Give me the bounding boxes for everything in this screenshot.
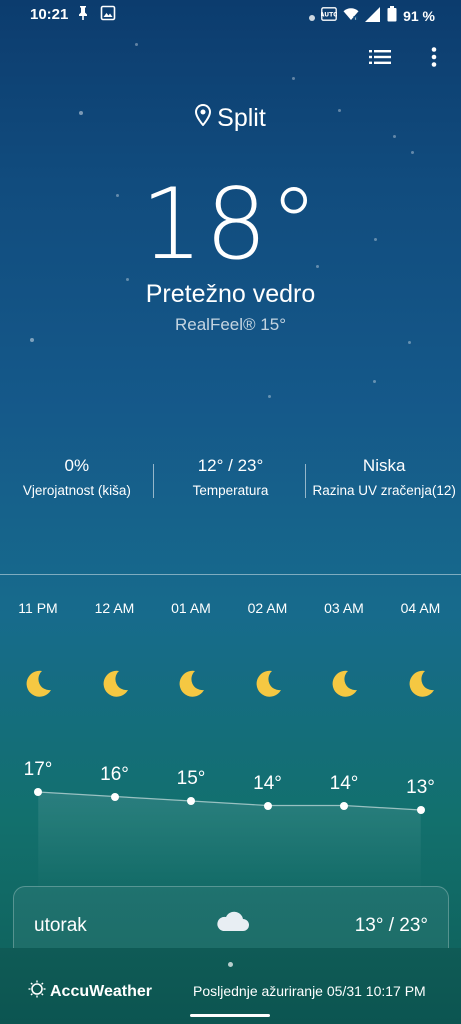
temperature-point (187, 797, 196, 805)
location-name: Split (217, 104, 266, 132)
forecast-temps: 13° / 23° (354, 915, 428, 936)
location-pin-icon (195, 103, 212, 133)
moon-icon (99, 668, 131, 700)
stat-temperature: 12° / 23° Temperatura (154, 456, 308, 504)
dot-icon (309, 8, 316, 24)
pin-icon (76, 5, 90, 26)
hour-temp: 16° (100, 763, 129, 785)
stat-value: Niska (362, 456, 406, 475)
moon-icon (175, 668, 207, 700)
wifi-icon: ! (343, 7, 359, 24)
moon-icon (328, 668, 360, 700)
battery-icon (387, 6, 397, 25)
temperature-point (416, 806, 425, 814)
brand-name: AccuWeather (50, 982, 152, 1000)
stat-value: 12° / 23° (197, 456, 264, 475)
page-indicator (228, 962, 233, 967)
hour-time: 11 PM (18, 600, 58, 616)
hourly-forecast[interactable]: 11 PM 17° 12 AM 16° 01 AM 15° 02 AM 14° 03 AM 14°… (0, 596, 461, 896)
signal-icon (365, 6, 381, 25)
more-vert-icon[interactable] (421, 44, 447, 70)
moon-icon (252, 668, 284, 700)
hour-time: 02 AM (247, 600, 288, 616)
battery-percent: 91 % (403, 7, 435, 24)
location-header[interactable]: Split (0, 103, 461, 133)
stat-value: 0% (64, 456, 90, 475)
footer: AccuWeather Posljednje ažuriranje 05/31 … (0, 948, 461, 1024)
section-divider (0, 574, 461, 575)
hour-column[interactable]: 12 AM 16° (77, 596, 153, 896)
current-condition: Pretežno vedro (145, 280, 316, 308)
image-icon (100, 5, 116, 26)
hour-temp: 13° (406, 777, 435, 798)
stat-label: Temperatura (192, 483, 269, 498)
list-icon[interactable] (367, 44, 393, 70)
realfeel-value: RealFeel® 15° (175, 315, 286, 334)
hour-time: 04 AM (400, 600, 441, 616)
hour-temp: 14° (253, 772, 282, 794)
cloud-icon (214, 909, 250, 938)
hour-column[interactable]: 03 AM 14° (306, 596, 382, 896)
stat-uv-index: Niska Razina UV zračenja(12) (307, 456, 461, 504)
temperature-point (34, 788, 43, 796)
temperature-point (263, 801, 272, 810)
stat-label: Vjerojatnost (kiša) (22, 483, 131, 498)
hour-temp: 14° (329, 772, 359, 794)
stat-rain-probability: 0% Vjerojatnost (kiša) (0, 456, 154, 504)
hour-time: 12 AM (94, 600, 135, 616)
status-bar: 10:21 AUTO ! 91 % (0, 0, 461, 30)
hour-column[interactable]: 11 PM 17° (0, 596, 76, 896)
accuweather-logo[interactable]: AccuWeather (28, 980, 152, 1003)
hour-time: 01 AM (171, 600, 211, 616)
hour-temp: 15° (176, 768, 206, 789)
divider (305, 464, 306, 498)
temperature-point (340, 801, 349, 810)
temperature-point (110, 792, 119, 801)
hour-column[interactable]: 01 AM 15° (153, 596, 229, 896)
hour-column[interactable]: 04 AM 13° (383, 596, 459, 896)
divider (153, 464, 154, 498)
hour-temp: 17° (23, 759, 53, 780)
daily-stats: 0% Vjerojatnost (kiša) 12° / 23° Tempera… (0, 456, 461, 504)
last-updated: Posljednje ažuriranje 05/31 10:17 PM (193, 983, 426, 999)
forecast-day: utorak (34, 915, 87, 936)
moon-icon (405, 668, 437, 700)
home-indicator[interactable] (190, 1014, 270, 1017)
status-time: 10:21 (30, 6, 69, 23)
hour-time: 03 AM (324, 600, 364, 616)
current-temperature: 18° (140, 168, 321, 282)
svg-text:!: ! (355, 16, 356, 21)
auto-icon: AUTO (320, 7, 338, 24)
stat-label: Razina UV zračenja(12) (312, 483, 456, 498)
moon-icon (22, 668, 54, 700)
svg-text:AUTO: AUTO (321, 12, 337, 19)
sun-icon (28, 980, 46, 1003)
hour-column[interactable]: 02 AM 14° (230, 596, 306, 896)
